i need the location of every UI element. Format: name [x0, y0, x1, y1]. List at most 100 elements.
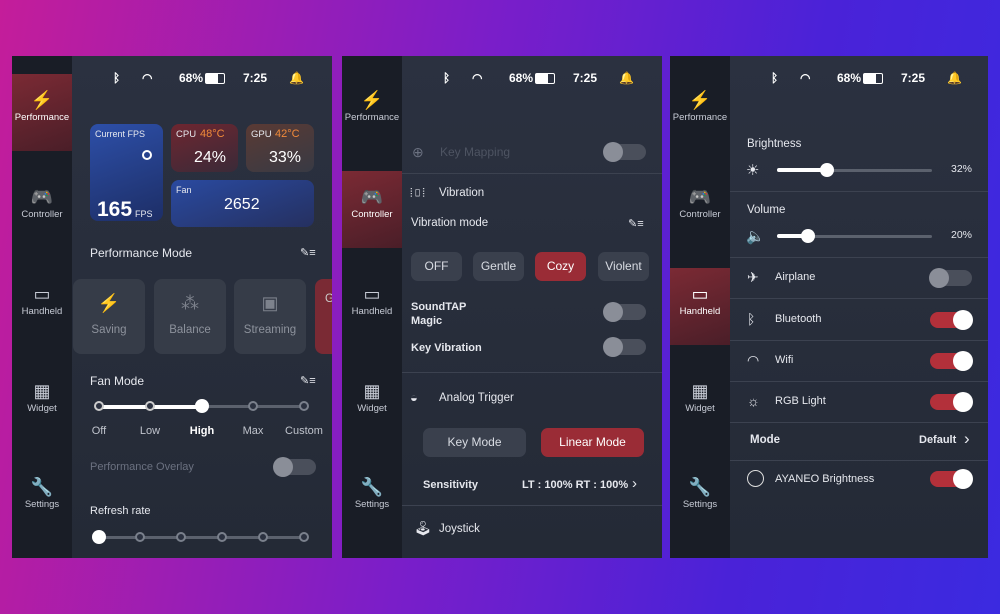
toggle-wifi[interactable]	[930, 351, 973, 371]
divider	[730, 298, 988, 299]
fan-mode-option: Low	[139, 425, 161, 437]
fan-label: Fan	[176, 185, 192, 195]
key-mapping-icon: ⊕	[412, 144, 424, 160]
fan-slider-stop[interactable]	[145, 401, 155, 411]
vibration-option-off[interactable]: OFF	[411, 252, 462, 281]
handheld-icon: ▭	[691, 284, 709, 304]
vibration-option-cozy[interactable]: Cozy	[535, 252, 586, 281]
sidebar-item-settings[interactable]: 🔧 Settings	[342, 461, 402, 538]
toggle-label-airplane: Airplane	[775, 271, 816, 283]
sidebar-item-settings[interactable]: 🔧 Settings	[670, 461, 730, 538]
trigger-mode-key-mode[interactable]: Key Mode	[423, 428, 526, 457]
battery-percent: 68%	[509, 71, 534, 85]
vibration-option-violent[interactable]: Violent	[598, 252, 649, 281]
fps-card: Current FPS 165 FPS	[90, 124, 163, 221]
brightness-slider-knob[interactable]	[819, 163, 834, 177]
bluetooth-icon: ᛒ	[113, 71, 121, 85]
mode-row[interactable]: Mode Default ›	[730, 422, 988, 460]
refresh-slider-stop[interactable]	[176, 532, 186, 542]
refresh-slider-stop[interactable]	[299, 532, 309, 542]
sidebar-item-controller[interactable]: 🎮 Controller	[12, 171, 72, 248]
balance-icon: ⁂	[181, 293, 199, 313]
sidebar-item-settings[interactable]: 🔧 Settings	[12, 461, 72, 538]
sidebar-item-label: Controller	[679, 209, 721, 220]
brightness-value: 32%	[950, 163, 972, 175]
vibration-mode-label: Vibration mode	[411, 217, 489, 229]
speaker-icon: 🔈	[746, 228, 765, 245]
mode-tile-saving[interactable]: ⚡ Saving	[73, 279, 145, 354]
fan-mode-option: Custom	[285, 425, 323, 437]
sidebar-item-performance[interactable]: ⚡ Performance	[342, 74, 402, 151]
mode-label: Mode	[750, 434, 781, 446]
gpu-temp: 42°C	[275, 128, 300, 140]
gpu-usage: 33%	[269, 149, 302, 166]
toggle-airplane[interactable]	[929, 268, 972, 288]
handheld-panel: ⚡ Performance 🎮 Controller ▭ Handheld ▦ Widget 🔧…	[670, 56, 988, 558]
trigger-mode-linear-mode[interactable]: Linear Mode	[541, 428, 644, 457]
divider	[730, 257, 988, 258]
performance-overlay-toggle[interactable]	[273, 457, 316, 477]
wifi-icon: ◠	[142, 71, 153, 85]
toggle-label-bluetooth: Bluetooth	[775, 313, 822, 325]
divider	[402, 173, 662, 174]
volume-label: Volume	[747, 204, 786, 216]
sidebar-item-widget[interactable]: ▦ Widget	[12, 365, 72, 442]
performance-panel: ⚡ Performance 🎮 Controller ▭ Handheld ▦ Widget 🔧…	[12, 56, 332, 558]
sidebar-item-handheld[interactable]: ▭ Handheld	[670, 268, 730, 345]
sidebar-item-handheld[interactable]: ▭ Handheld	[342, 268, 402, 345]
refresh-slider-stop[interactable]	[92, 530, 106, 544]
fan-slider-stop[interactable]	[94, 401, 104, 411]
battery-icon	[863, 73, 883, 84]
battery-percent: 68%	[837, 71, 862, 85]
fan-slider-stop[interactable]	[248, 401, 258, 411]
sidebar-item-controller[interactable]: 🎮 Controller	[342, 171, 402, 248]
ayaneo-brightness-toggle[interactable]	[930, 469, 973, 489]
key-mapping-toggle[interactable]	[603, 142, 646, 162]
battery-saver-icon: ⚡	[97, 293, 121, 313]
wrench-icon: 🔧	[30, 477, 54, 497]
brightness-label: Brightness	[747, 138, 802, 150]
sidebar-item-controller[interactable]: 🎮 Controller	[670, 171, 730, 248]
toggle-label-wifi: Wifi	[775, 354, 794, 366]
mode-value: Default	[919, 434, 957, 446]
chevron-right-icon: ›	[632, 475, 637, 492]
sidebar-item-label: Settings	[354, 499, 390, 510]
fan-slider-stop[interactable]	[299, 401, 309, 411]
key-vibration-label: Key Vibration	[411, 342, 482, 354]
refresh-slider-stop[interactable]	[217, 532, 227, 542]
gpu-label: GPU	[251, 129, 272, 140]
sidebar-item-handheld[interactable]: ▭ Handheld	[12, 268, 72, 345]
performance-overlay-label: Performance Overlay	[90, 461, 194, 473]
key-vibration-toggle[interactable]	[603, 337, 646, 357]
refresh-slider-track[interactable]	[99, 536, 304, 539]
clock: 7:25	[901, 71, 926, 85]
sidebar-item-performance[interactable]: ⚡ Performance	[12, 74, 72, 151]
fan-mode-option: Off	[91, 425, 107, 437]
airplane-icon: ✈	[747, 269, 759, 285]
sidebar-item-widget[interactable]: ▦ Widget	[670, 365, 730, 442]
soundtap-toggle[interactable]	[603, 302, 646, 322]
divider	[730, 340, 988, 341]
analog-trigger-title: Analog Trigger	[439, 392, 514, 404]
sidebar-item-performance[interactable]: ⚡ Performance	[670, 74, 730, 151]
mode-tile-streaming[interactable]: ▣ Streaming	[234, 279, 306, 354]
sidebar-item-widget[interactable]: ▦ Widget	[342, 365, 402, 442]
toggle-rgb-light[interactable]	[930, 392, 973, 412]
analog-trigger-icon: ◒	[410, 390, 418, 405]
wifi-icon: ◠	[800, 71, 811, 85]
refresh-slider-stop[interactable]	[258, 532, 268, 542]
edit-list-icon: ✎≡	[300, 375, 316, 387]
mode-tile-balance[interactable]: ⁂ Balance	[154, 279, 226, 354]
fan-mode-option: Max	[242, 425, 264, 437]
volume-slider-knob[interactable]	[801, 229, 815, 243]
bluetooth-icon: ᛒ	[771, 71, 779, 85]
wifi-icon: ◠	[747, 352, 760, 368]
mode-tile-g[interactable]: G	[315, 279, 332, 354]
handheld-icon: ▭	[363, 284, 381, 304]
edit-list-icon: ✎≡	[628, 218, 644, 230]
toggle-bluetooth[interactable]	[930, 310, 973, 330]
refresh-slider-stop[interactable]	[135, 532, 145, 542]
fan-slider-stop[interactable]	[195, 399, 209, 413]
bell-icon: 🔔	[289, 71, 304, 85]
vibration-option-gentle[interactable]: Gentle	[473, 252, 524, 281]
